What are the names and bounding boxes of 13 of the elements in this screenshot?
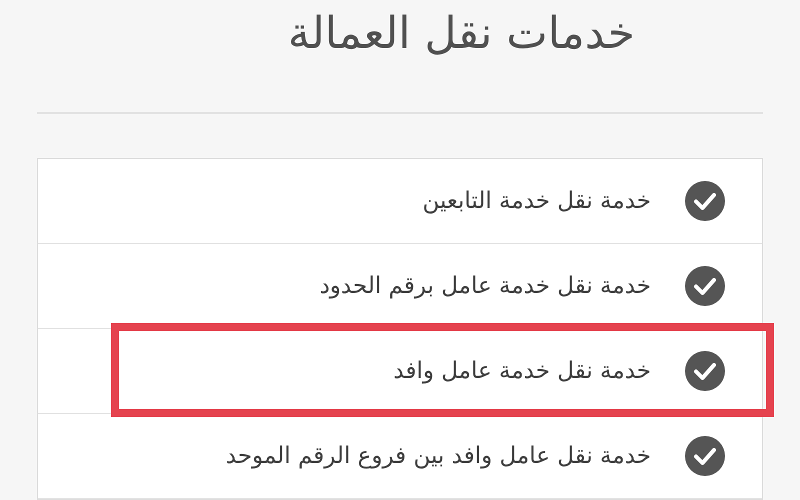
service-item[interactable]: خدمة نقل عامل وافد بين فروع الرقم الموحد: [38, 414, 762, 499]
check-icon: [685, 266, 725, 306]
service-label: خدمة نقل خدمة التابعين: [422, 188, 651, 214]
service-item[interactable]: خدمة نقل خدمة التابعين: [38, 159, 762, 244]
service-label: خدمة نقل عامل وافد بين فروع الرقم الموحد: [226, 443, 651, 469]
check-icon: [685, 436, 725, 476]
service-label: خدمة نقل خدمة عامل برقم الحدود: [320, 273, 651, 299]
check-icon: [685, 181, 725, 221]
service-item[interactable]: خدمة نقل خدمة عامل وافد: [38, 329, 762, 414]
page-title: خدمات نقل العمالة: [286, 7, 636, 61]
service-item[interactable]: خدمة نقل خدمة عامل برقم الحدود: [38, 244, 762, 329]
check-icon: [685, 351, 725, 391]
service-label: خدمة نقل خدمة عامل وافد: [393, 358, 651, 384]
